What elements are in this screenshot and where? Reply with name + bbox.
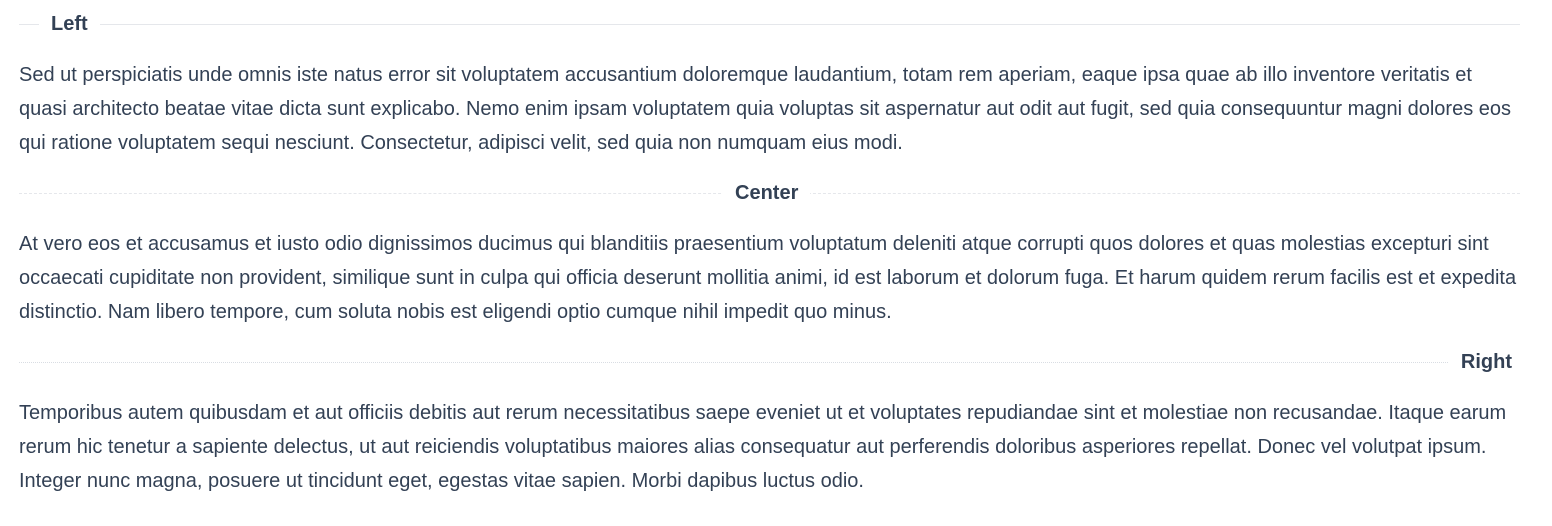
divider-right: Right [19,350,1524,374]
divider-line [19,24,1520,25]
divider-label-right: Right [1448,352,1524,372]
divider-line [19,362,1520,363]
divider-left: Left [19,12,1520,36]
divider-label-left: Left [39,14,100,34]
divider-center: Center [19,181,1520,205]
paragraph-right: Temporibus autem quibusdam et aut offici… [19,402,1507,492]
divider-label-center: Center [723,183,811,203]
paragraph-center: At vero eos et accusamus et iusto odio d… [19,233,1517,323]
paragraph-left: Sed ut perspiciatis unde omnis iste natu… [19,64,1511,154]
divider-demo: Left Sed ut perspiciatis unde omnis iste… [0,0,1552,526]
